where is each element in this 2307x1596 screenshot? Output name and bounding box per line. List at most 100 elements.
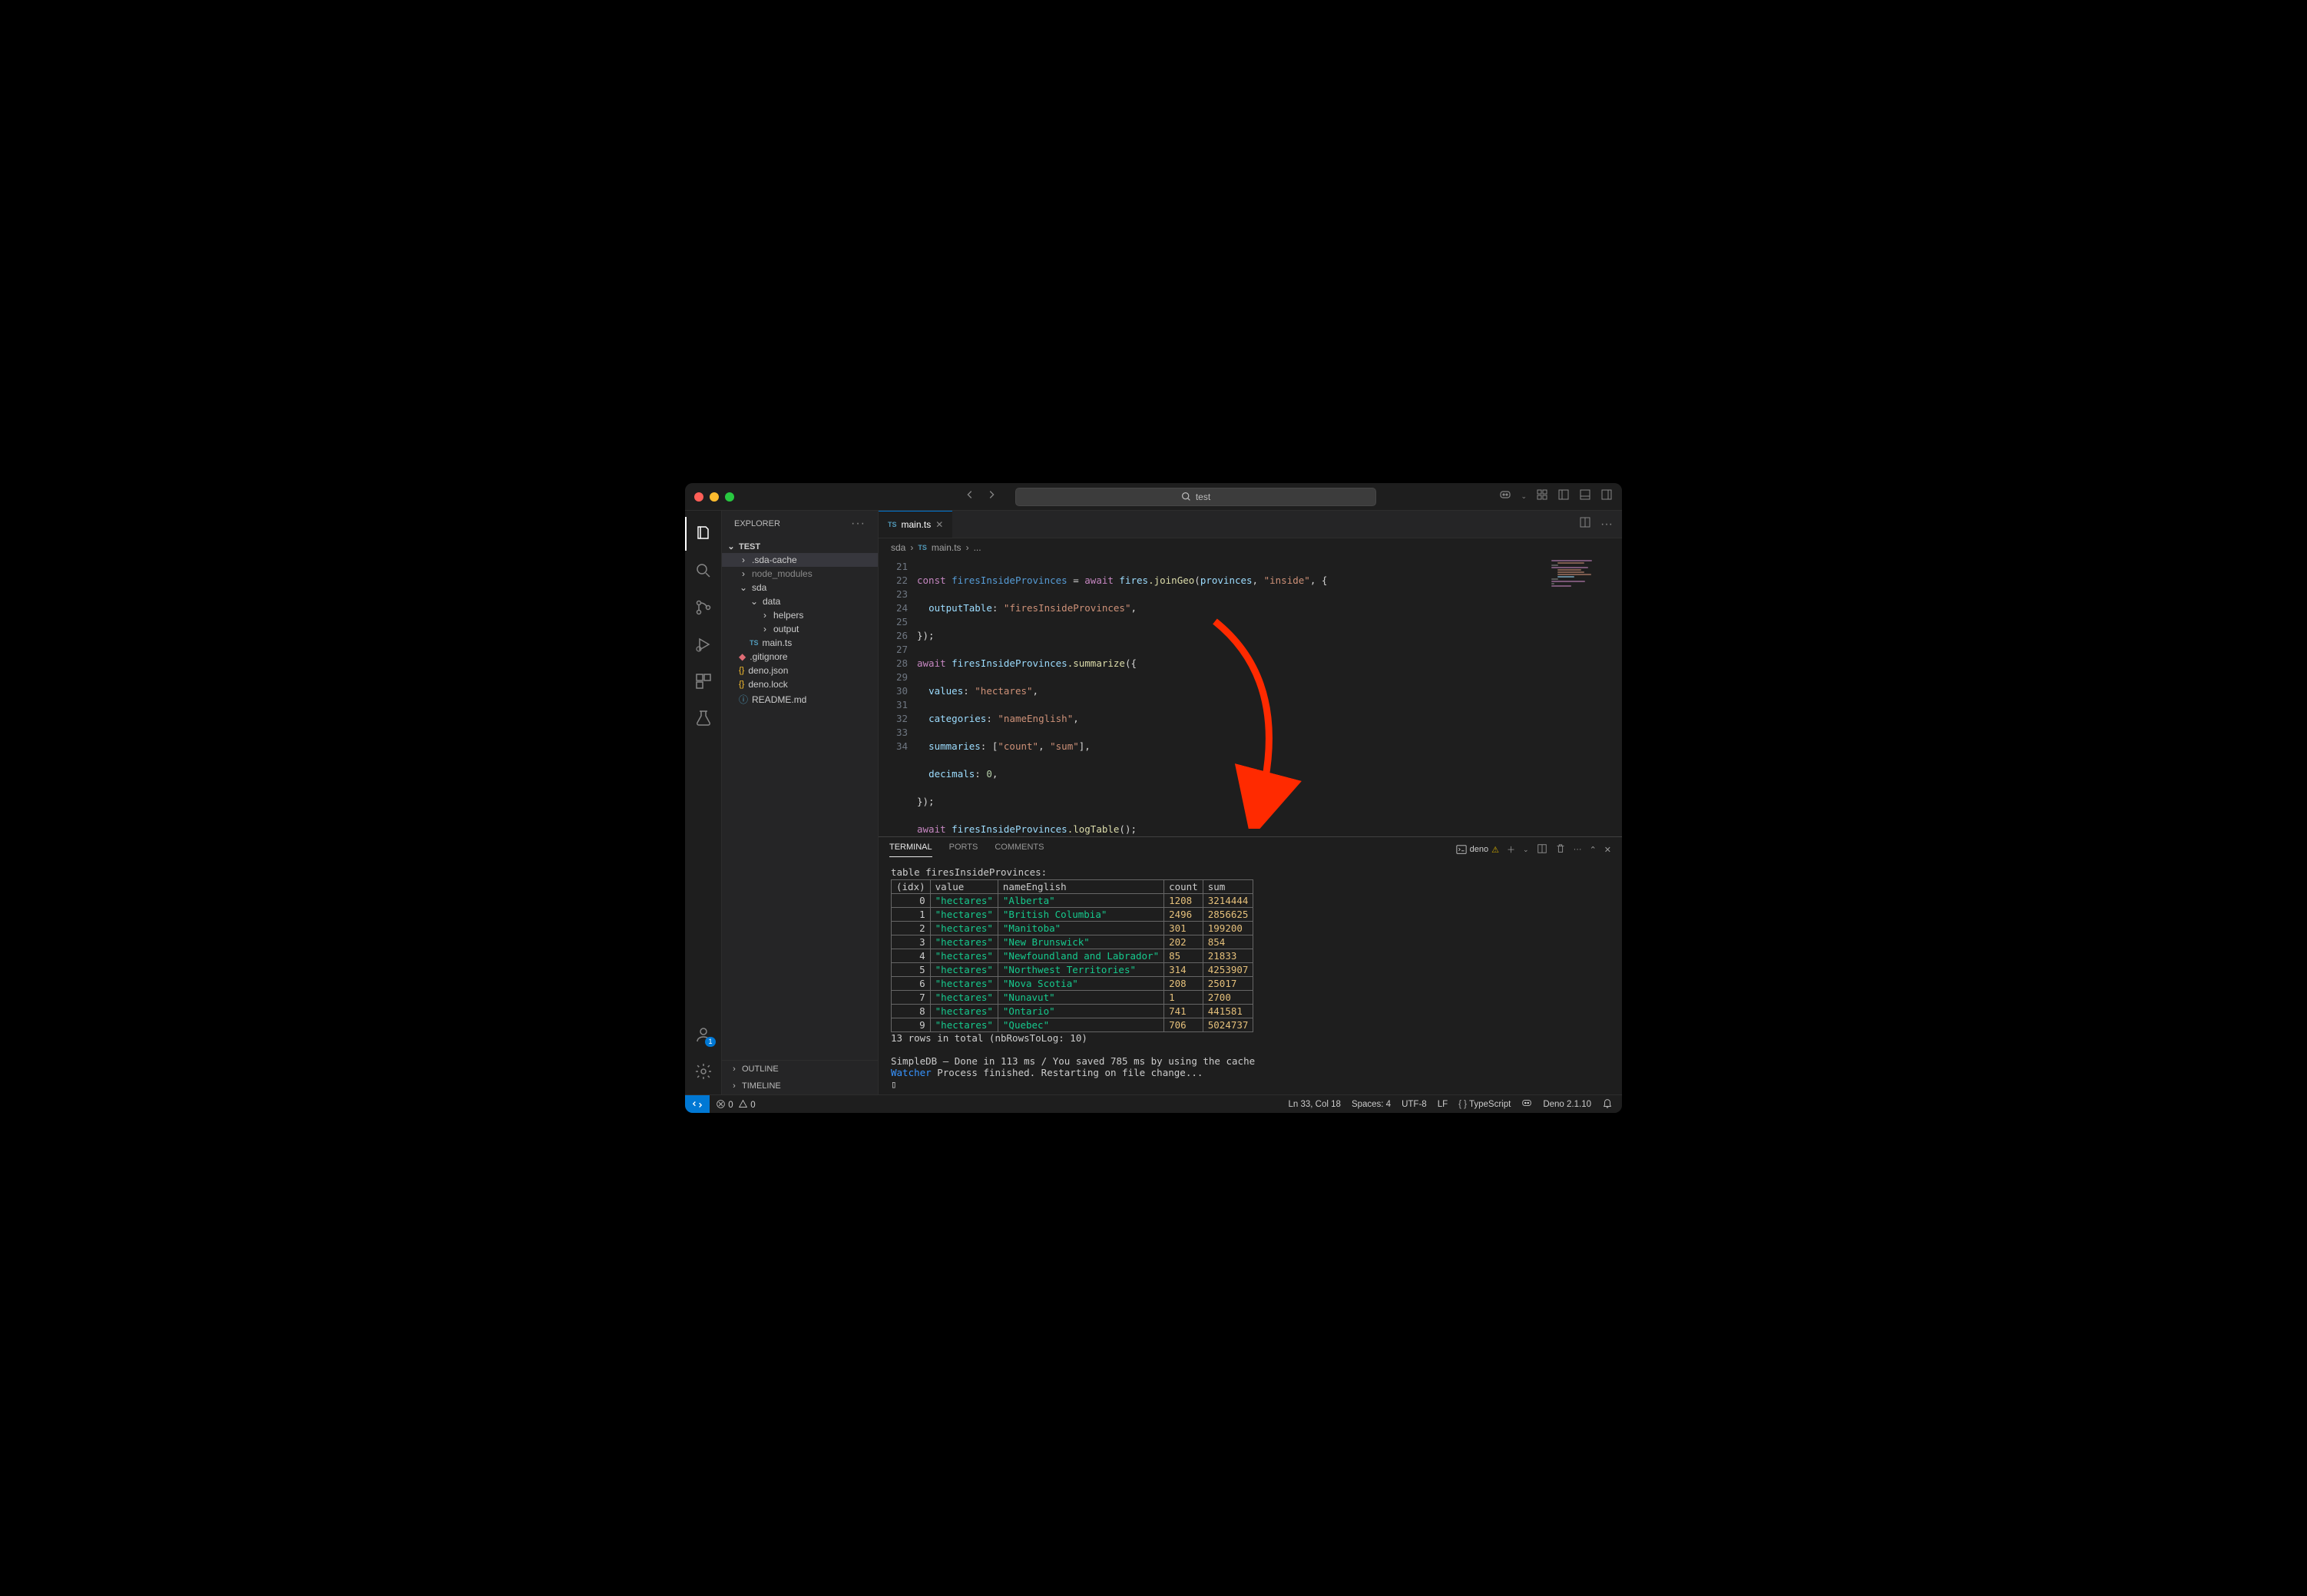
breadcrumb[interactable]: sda› TS main.ts› ... xyxy=(879,538,1622,557)
activity-search[interactable] xyxy=(685,554,722,588)
status-right: Ln 33, Col 18 Spaces: 4 UTF-8 LF { } Typ… xyxy=(1289,1098,1622,1111)
ts-file-icon: TS xyxy=(888,521,897,528)
search-text: test xyxy=(1196,492,1210,502)
nav-arrows xyxy=(965,489,997,504)
tree-item--sda-cache[interactable]: ›.sda-cache xyxy=(722,553,878,567)
nav-forward-icon[interactable] xyxy=(986,489,997,504)
more-icon[interactable]: ··· xyxy=(1600,518,1613,531)
outline-section[interactable]: ›OUTLINE xyxy=(722,1061,878,1078)
tree-item-README-md[interactable]: ⓘREADME.md xyxy=(722,691,878,707)
remote-indicator[interactable] xyxy=(685,1095,710,1113)
gear-icon xyxy=(694,1062,713,1081)
activity-bar: 1 xyxy=(685,511,722,1094)
account-badge: 1 xyxy=(705,1037,715,1047)
tree-item-output[interactable]: ›output xyxy=(722,622,878,636)
tree-item--gitignore[interactable]: ◆.gitignore xyxy=(722,650,878,664)
tree-item-data[interactable]: ⌄data xyxy=(722,594,878,608)
traffic-lights xyxy=(694,492,734,502)
bell-icon[interactable] xyxy=(1602,1098,1613,1111)
source-control-icon xyxy=(694,598,713,617)
split-terminal-icon[interactable] xyxy=(1537,843,1547,856)
activity-scm[interactable] xyxy=(685,591,722,624)
tree-item-node_modules[interactable]: ›node_modules xyxy=(722,567,878,581)
code-editor[interactable]: 2122232425262728293031323334 const fires… xyxy=(879,557,1622,836)
editor-tabs: TS main.ts ✕ ··· xyxy=(879,511,1622,538)
new-terminal-icon[interactable]: ＋ xyxy=(1507,843,1515,856)
toggle-panel-icon[interactable] xyxy=(1579,488,1591,505)
close-icon[interactable]: ✕ xyxy=(935,519,943,530)
chevron-down-icon: ⌄ xyxy=(727,541,736,551)
layout-customize-icon[interactable] xyxy=(1536,488,1548,505)
close-window[interactable] xyxy=(694,492,703,502)
tab-label: main.ts xyxy=(902,519,932,530)
sidebar-more-icon[interactable]: ··· xyxy=(851,517,866,531)
tree-item-deno-json[interactable]: {}deno.json xyxy=(722,664,878,677)
status-encoding[interactable]: UTF-8 xyxy=(1402,1100,1427,1109)
more-icon[interactable]: ··· xyxy=(1574,845,1582,854)
command-center[interactable]: test xyxy=(1015,488,1376,506)
panel-tabs: TERMINAL PORTS COMMENTS deno ⚠ ＋ ⌄ ··· xyxy=(879,837,1622,862)
tree-item-sda[interactable]: ⌄sda xyxy=(722,581,878,594)
body-area: 1 EXPLORER ··· ⌄ TEST ›.sda-cache›node_m… xyxy=(685,511,1622,1094)
minimap[interactable] xyxy=(1547,560,1614,606)
chevron-down-icon[interactable]: ⌄ xyxy=(1521,492,1527,501)
activity-accounts[interactable]: 1 xyxy=(685,1018,722,1051)
titlebar: test ⌄ xyxy=(685,483,1622,511)
status-deno[interactable]: Deno 2.1.10 xyxy=(1543,1100,1591,1109)
split-editor-icon[interactable] xyxy=(1579,516,1591,532)
warning-icon: ⚠ xyxy=(1491,845,1499,855)
activity-explorer[interactable] xyxy=(685,517,722,551)
toggle-sidebar-icon[interactable] xyxy=(1557,488,1570,505)
activity-debug[interactable] xyxy=(685,627,722,661)
activity-settings[interactable] xyxy=(685,1055,722,1088)
status-eol[interactable]: LF xyxy=(1438,1100,1448,1109)
bottom-panel: TERMINAL PORTS COMMENTS deno ⚠ ＋ ⌄ ··· xyxy=(879,836,1622,1094)
tree-item-deno-lock[interactable]: {}deno.lock xyxy=(722,677,878,691)
tree-item-helpers[interactable]: ›helpers xyxy=(722,608,878,622)
search-icon xyxy=(694,561,713,580)
tree-item-main-ts[interactable]: TSmain.ts xyxy=(722,636,878,650)
panel-tab-comments[interactable]: COMMENTS xyxy=(995,843,1044,856)
status-spaces[interactable]: Spaces: 4 xyxy=(1352,1100,1391,1109)
activity-testing[interactable] xyxy=(685,701,722,735)
workspace-folder[interactable]: ⌄ TEST xyxy=(722,540,878,553)
explorer-sidebar: EXPLORER ··· ⌄ TEST ›.sda-cache›node_mod… xyxy=(722,511,879,1094)
status-problems[interactable]: 0 0 xyxy=(716,1099,756,1110)
status-cursor[interactable]: Ln 33, Col 18 xyxy=(1289,1100,1341,1109)
panel-tab-terminal[interactable]: TERMINAL xyxy=(889,843,932,857)
close-panel-icon[interactable]: ✕ xyxy=(1604,845,1611,855)
status-language[interactable]: { } TypeScript xyxy=(1458,1100,1511,1109)
sidebar-title: EXPLORER xyxy=(734,519,780,528)
terminal-done: SimpleDB — Done in 113 ms / You saved 78… xyxy=(891,1055,1610,1067)
debug-icon xyxy=(694,635,713,654)
terminal-rowcount: 13 rows in total (nbRowsToLog: 10) xyxy=(891,1032,1610,1044)
search-icon xyxy=(1181,492,1191,502)
toggle-secondary-sidebar-icon[interactable] xyxy=(1600,488,1613,505)
remote-icon xyxy=(692,1099,703,1110)
sidebar-tree: ⌄ TEST ›.sda-cache›node_modules⌄sda⌄data… xyxy=(722,537,878,710)
timeline-section[interactable]: ›TIMELINE xyxy=(722,1078,878,1094)
copilot-icon[interactable] xyxy=(1499,488,1511,505)
maximize-window[interactable] xyxy=(725,492,734,502)
editor-actions: ··· xyxy=(1570,511,1622,538)
extensions-icon xyxy=(694,672,713,690)
terminal-header: table firesInsideProvinces: xyxy=(891,866,1610,878)
activity-extensions[interactable] xyxy=(685,664,722,698)
chevron-down-icon[interactable]: ⌄ xyxy=(1523,846,1529,854)
titlebar-right: ⌄ xyxy=(1499,488,1613,505)
gutter: 2122232425262728293031323334 xyxy=(879,557,917,836)
terminal-output[interactable]: table firesInsideProvinces: (idx)valuena… xyxy=(879,862,1622,1094)
nav-back-icon[interactable] xyxy=(965,489,975,504)
status-copilot-icon[interactable] xyxy=(1521,1098,1532,1111)
trash-icon[interactable] xyxy=(1555,843,1566,856)
chevron-up-icon[interactable]: ⌃ xyxy=(1590,845,1597,855)
status-bar: 0 0 Ln 33, Col 18 Spaces: 4 UTF-8 LF { }… xyxy=(685,1094,1622,1113)
ts-file-icon: TS xyxy=(918,544,927,551)
panel-tab-ports[interactable]: PORTS xyxy=(949,843,978,856)
minimize-window[interactable] xyxy=(710,492,719,502)
status-left: 0 0 xyxy=(710,1099,756,1110)
code-content: const firesInsideProvinces = await fires… xyxy=(917,557,1327,836)
tab-main-ts[interactable]: TS main.ts ✕ xyxy=(879,511,952,538)
terminal-cursor: ▯ xyxy=(891,1078,1610,1090)
terminal-profile[interactable]: deno ⚠ xyxy=(1456,844,1499,855)
